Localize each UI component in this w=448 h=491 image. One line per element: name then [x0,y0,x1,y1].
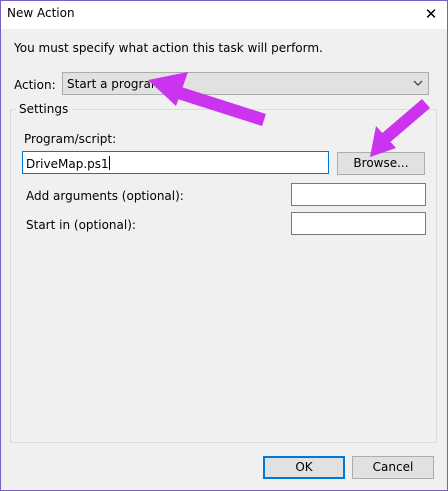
title-bar: New Action ✕ [1,1,447,29]
text-caret [108,156,110,170]
action-label: Action: [14,78,56,92]
add-arguments-label: Add arguments (optional): [26,189,184,203]
close-icon[interactable]: ✕ [423,5,439,23]
action-dropdown-value: Start a program [67,77,163,91]
program-script-label: Program/script: [24,132,117,146]
program-script-value: DriveMap.ps1 [26,157,109,171]
start-in-input[interactable] [291,212,426,235]
program-script-input[interactable]: DriveMap.ps1 [22,151,329,174]
settings-group-label: Settings [16,102,73,116]
ok-button[interactable]: OK [263,456,345,479]
add-arguments-input[interactable] [291,183,426,206]
start-in-label: Start in (optional): [26,218,136,232]
chevron-down-icon [413,80,423,86]
instruction-text: You must specify what action this task w… [14,41,323,55]
browse-button[interactable]: Browse... [337,152,425,175]
cancel-button[interactable]: Cancel [352,456,434,479]
new-action-dialog: New Action ✕ You must specify what actio… [0,0,448,491]
action-dropdown[interactable]: Start a program [62,72,429,95]
window-title: New Action [7,6,75,20]
